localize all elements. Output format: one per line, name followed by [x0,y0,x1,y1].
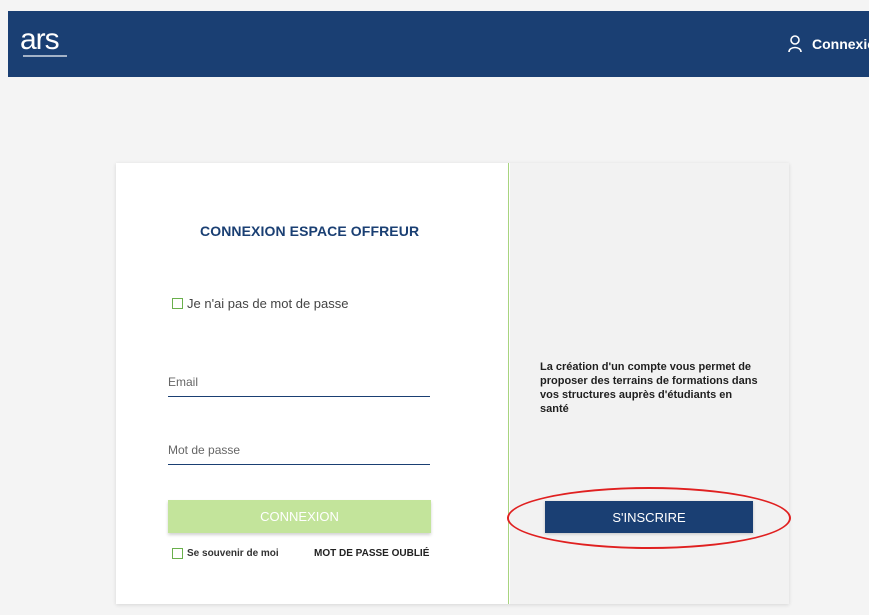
ars-logo: ars [20,23,60,56]
top-navigation: ars Connexion [8,11,869,77]
remember-me-label: Se souvenir de moi [187,548,279,559]
login-form-panel: CONNEXION ESPACE OFFREUR Je n'ai pas de … [116,163,509,604]
checkbox-icon[interactable] [172,298,183,309]
login-page: ars Connexion CONNEXION ESPACE OFFREUR J… [0,0,869,615]
login-button[interactable]: CONNEXION [168,500,431,533]
email-field[interactable] [168,367,430,397]
header-login-link[interactable]: Connexion [788,35,869,53]
password-input[interactable] [168,435,430,464]
no-password-label: Je n'ai pas de mot de passe [187,296,349,311]
user-icon [788,35,802,53]
password-field[interactable] [168,435,430,465]
logo-subtitle-line [23,55,67,57]
remember-me-checkbox[interactable]: Se souvenir de moi [172,548,279,559]
login-title: CONNEXION ESPACE OFFREUR [200,223,420,239]
email-input[interactable] [168,367,430,396]
header-login-label: Connexion [812,36,869,52]
no-password-checkbox[interactable]: Je n'ai pas de mot de passe [172,296,348,311]
checkbox-icon[interactable] [172,548,183,559]
forgot-password-link[interactable]: MOT DE PASSE OUBLIÉ [314,548,429,559]
signup-description: La création d'un compte vous permet de p… [540,361,758,415]
signup-panel: La création d'un compte vous permet de p… [510,163,789,604]
login-card: CONNEXION ESPACE OFFREUR Je n'ai pas de … [116,163,789,604]
signup-button[interactable]: S'INSCRIRE [545,501,753,533]
